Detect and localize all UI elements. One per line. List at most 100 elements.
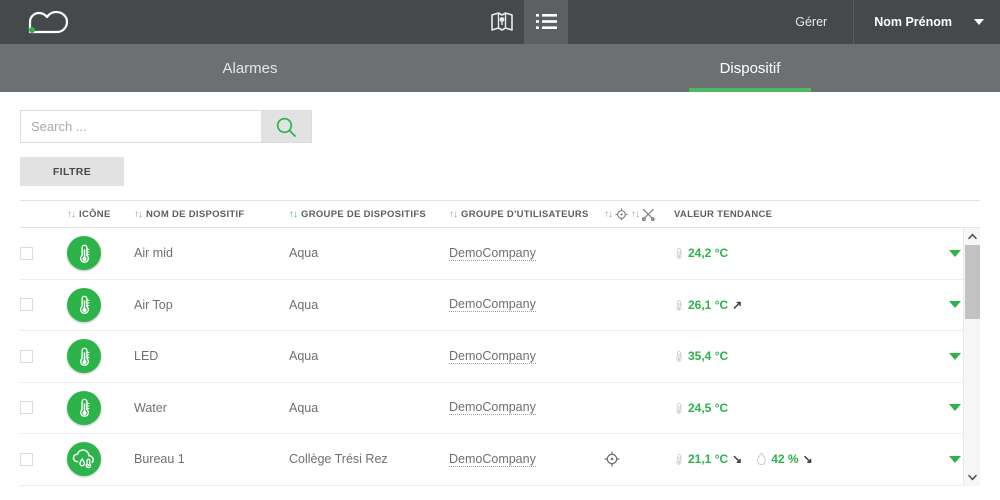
- row-user-group-cell: DemoCompany: [449, 400, 604, 416]
- scroll-up-button[interactable]: [964, 228, 981, 245]
- column-header-device-name-label: NOM DE DISPOSITIF: [146, 208, 245, 220]
- chevron-down-icon[interactable]: [949, 249, 961, 257]
- scrollbar-thumb[interactable]: [964, 245, 980, 319]
- row-checkbox[interactable]: [20, 401, 33, 415]
- user-group-link[interactable]: DemoCompany: [449, 349, 536, 364]
- trend-arrow-icon: ↗: [732, 297, 743, 312]
- sort-arrows-icon[interactable]: ↑↓: [604, 209, 613, 220]
- target-icon[interactable]: [615, 207, 628, 221]
- user-group-link[interactable]: DemoCompany: [449, 452, 536, 467]
- table-scrollbar[interactable]: [963, 228, 980, 486]
- tab-dispositif[interactable]: Dispositif: [500, 44, 1000, 92]
- thermometer-icon: [79, 244, 89, 263]
- user-group-link[interactable]: DemoCompany: [449, 246, 536, 261]
- cloud-humidity-icon: [72, 449, 94, 469]
- row-checkbox-cell: [20, 246, 67, 260]
- tools-icon[interactable]: [642, 208, 655, 221]
- column-header-icon[interactable]: ↑↓ ICÔNE: [67, 209, 134, 220]
- nav-list-button[interactable]: [524, 0, 568, 44]
- table-row[interactable]: LED Aqua DemoCompany 35,4 °C: [20, 331, 980, 383]
- scrollbar-track[interactable]: [964, 245, 981, 469]
- device-name-label: Bureau 1: [134, 452, 185, 467]
- row-checkbox[interactable]: [20, 452, 33, 466]
- user-group-link[interactable]: DemoCompany: [449, 297, 536, 313]
- row-checkbox[interactable]: [20, 349, 33, 363]
- value-group: 26,1 °C ↗: [674, 298, 742, 312]
- row-device-icon-cell: [67, 339, 134, 374]
- column-header-device-group[interactable]: ↑↓ GROUPE DE DISPOSITIFS: [289, 209, 449, 220]
- row-checkbox-cell: [20, 452, 67, 466]
- row-device-name-cell: Air Top: [134, 298, 289, 312]
- chevron-down-icon[interactable]: [949, 404, 961, 412]
- device-name-label: Air mid: [134, 246, 173, 261]
- device-group-label: Aqua: [289, 400, 319, 415]
- thermometer-icon: [676, 299, 682, 311]
- value-text: 42 %: [771, 452, 799, 467]
- value-text: 24,2 °C: [688, 246, 729, 261]
- thermometer-icon: [79, 295, 89, 315]
- device-name-label: LED: [134, 349, 159, 364]
- device-type-icon: [67, 287, 101, 322]
- scroll-down-button[interactable]: [964, 469, 981, 486]
- tab-alarmes-label: Alarmes: [222, 59, 278, 77]
- chevron-down-icon: [967, 474, 977, 481]
- user-menu-button[interactable]: Nom Prénom: [853, 0, 1000, 44]
- search-box: [20, 110, 312, 143]
- search-button[interactable]: [261, 111, 311, 142]
- thermometer-icon: [676, 453, 682, 465]
- user-name-label: Nom Prénom: [874, 15, 952, 29]
- cloud-logo-icon: [28, 10, 69, 34]
- row-device-group-cell: Aqua: [289, 349, 449, 363]
- column-header-user-group[interactable]: ↑↓ GROUPE D'UTILISATEURS: [449, 209, 604, 220]
- target-icon[interactable]: [604, 451, 620, 467]
- row-expand-cell: [923, 249, 961, 257]
- app-logo[interactable]: [0, 0, 92, 44]
- value-group: 24,2 °C: [674, 246, 728, 260]
- row-device-icon-cell: [67, 390, 134, 425]
- devices-table: ↑↓ ICÔNE ↑↓ NOM DE DISPOSITIF ↑↓ GROUPE …: [20, 200, 980, 486]
- chevron-down-icon[interactable]: [949, 455, 961, 463]
- device-name-label: Air Top: [134, 297, 173, 312]
- table-row[interactable]: Bureau 1 Collège Trési Rez DemoCompany 21,1…: [20, 434, 980, 486]
- chevron-down-icon: [974, 19, 984, 25]
- search-filter-toolbar: FILTRE: [0, 92, 1000, 200]
- search-input[interactable]: [21, 111, 261, 142]
- sort-arrows-icon: ↑↓: [67, 208, 76, 220]
- tab-alarmes[interactable]: Alarmes: [0, 44, 500, 92]
- sort-arrows-icon[interactable]: ↑↓: [631, 209, 640, 220]
- thermometer-icon: [676, 402, 682, 414]
- column-header-value-trend[interactable]: VALEUR TENDANCE: [674, 209, 923, 220]
- user-group-link[interactable]: DemoCompany: [449, 400, 536, 416]
- row-device-group-cell: Aqua: [289, 246, 449, 260]
- row-device-icon-cell: [67, 287, 134, 322]
- manage-button[interactable]: Gérer: [769, 0, 853, 44]
- row-device-name-cell: Air mid: [134, 246, 289, 260]
- value-item: 21,1 °C ↘: [674, 452, 742, 466]
- row-expand-cell: [923, 301, 961, 309]
- nav-map-button[interactable]: [480, 0, 524, 44]
- sort-arrows-icon: ↑↓: [289, 208, 298, 220]
- filter-button[interactable]: FILTRE: [20, 157, 124, 186]
- top-header-bar: Gérer Nom Prénom: [0, 0, 1000, 44]
- value-item: 42 % ↘: [756, 452, 813, 467]
- row-user-group-cell: DemoCompany: [449, 349, 604, 364]
- value-item: 35,4 °C: [674, 349, 728, 363]
- row-checkbox[interactable]: [20, 246, 33, 260]
- chevron-down-icon[interactable]: [949, 352, 961, 360]
- table-row[interactable]: Air mid Aqua DemoCompany 24,2 °C: [20, 228, 980, 280]
- row-user-group-cell: DemoCompany: [449, 297, 604, 313]
- row-device-group-cell: Collège Trési Rez: [289, 452, 449, 466]
- device-type-icon: [67, 442, 101, 477]
- value-text: 26,1 °C: [688, 297, 729, 312]
- row-checkbox-cell: [20, 401, 67, 415]
- column-header-device-name[interactable]: ↑↓ NOM DE DISPOSITIF: [134, 209, 289, 220]
- device-group-label: Aqua: [289, 246, 319, 261]
- chevron-down-icon[interactable]: [949, 301, 961, 309]
- row-checkbox[interactable]: [20, 298, 33, 312]
- value-item: 24,5 °C: [674, 401, 728, 415]
- table-row[interactable]: Water Aqua DemoCompany 24,5 °C: [20, 383, 980, 434]
- row-user-group-cell: DemoCompany: [449, 246, 604, 261]
- table-row[interactable]: Air Top Aqua DemoCompany 26,1 °C ↗: [20, 280, 980, 331]
- device-group-label: Collège Trési Rez: [289, 452, 388, 467]
- device-type-icon: [67, 390, 101, 425]
